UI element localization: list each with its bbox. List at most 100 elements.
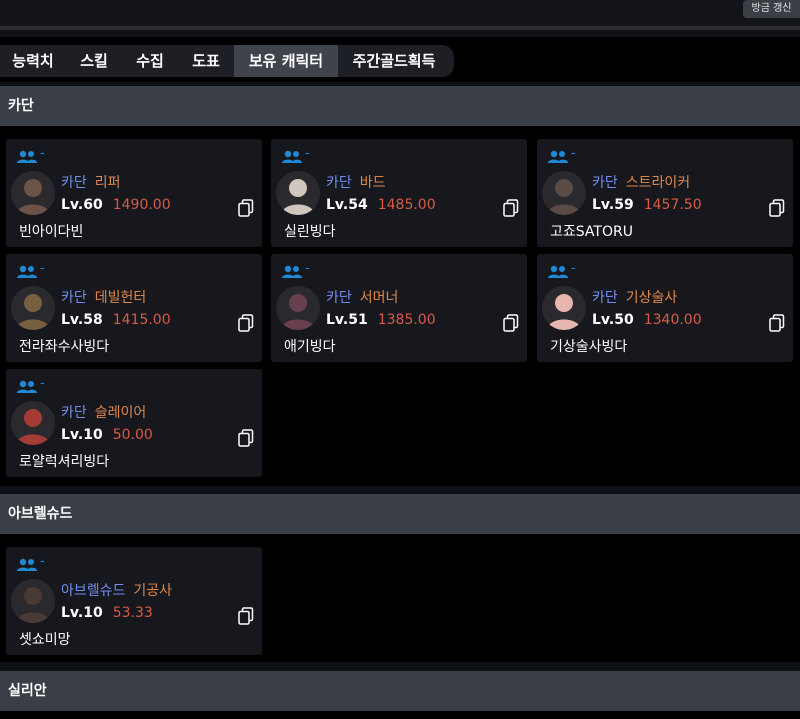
group-label: - (305, 146, 310, 161)
character-level-line: Lv.10 50.00 (61, 427, 153, 443)
avatar (11, 171, 55, 215)
character-level: Lv.54 (326, 197, 368, 213)
tab-stats[interactable]: 능력치 (0, 45, 66, 77)
class-name: 리퍼 (94, 175, 121, 191)
character-level: Lv.10 (61, 605, 103, 621)
copy-icon[interactable] (769, 199, 785, 217)
server-name: 카단 (61, 290, 87, 306)
item-level: 50.00 (112, 427, 153, 443)
character-card[interactable]: - 아브렐슈드 기공사 Lv.10 53.33 셋쇼미망 (6, 547, 262, 655)
item-level: 1415.00 (112, 312, 171, 328)
top-divider (0, 26, 800, 30)
class-name: 데빌헌터 (94, 290, 147, 306)
server-name: 아브렐슈드 (61, 583, 126, 599)
item-level: 1457.50 (643, 197, 702, 213)
group-icon (281, 264, 303, 278)
class-name: 서머너 (359, 290, 399, 306)
character-card[interactable]: - 카단 스트라이커 Lv.59 1457.50 고죠SATORU (537, 139, 793, 247)
avatar (542, 171, 586, 215)
character-level-line: Lv.51 1385.00 (326, 312, 436, 328)
copy-icon[interactable] (769, 314, 785, 332)
tab-collection[interactable]: 수집 (122, 45, 178, 77)
tab-weekly-gold[interactable]: 주간골드획득 (338, 45, 450, 77)
character-level-line: Lv.58 1415.00 (61, 312, 171, 328)
avatar (11, 401, 55, 445)
group-label: - (305, 261, 310, 276)
item-level: 1490.00 (112, 197, 171, 213)
character-card[interactable]: - 카단 바드 Lv.54 1485.00 실린빙다 (271, 139, 527, 247)
group-label: - (571, 146, 576, 161)
server-name: 카단 (326, 175, 352, 191)
group-label: - (40, 261, 45, 276)
avatar (11, 579, 55, 623)
character-level-line: Lv.59 1457.50 (592, 197, 702, 213)
character-card[interactable]: - 카단 리퍼 Lv.60 1490.00 빈아이다빈 (6, 139, 262, 247)
character-card[interactable]: - 카단 데빌헌터 Lv.58 1415.00 전라좌수사빙다 (6, 254, 262, 362)
class-name: 스트라이커 (625, 175, 691, 191)
server-name: 카단 (326, 290, 352, 306)
group-icon (547, 149, 569, 163)
character-card[interactable]: - 카단 서머너 Lv.51 1385.00 애기빙다 (271, 254, 527, 362)
avatar (11, 286, 55, 330)
character-class-line: 카단 슬레이어 (61, 402, 146, 422)
character-name: 기상술사빙다 (550, 339, 628, 355)
group-label: - (40, 146, 45, 161)
character-name: 빈아이다빈 (19, 224, 84, 240)
group-icon (16, 264, 38, 278)
class-name: 바드 (359, 175, 386, 191)
section-header-kadan: 카단 (0, 86, 800, 126)
character-level: Lv.51 (326, 312, 368, 328)
group-label: - (40, 554, 45, 569)
class-name: 슬레이어 (94, 405, 147, 421)
copy-icon[interactable] (238, 607, 254, 625)
character-level-line: Lv.10 53.33 (61, 605, 153, 621)
character-name: 애기빙다 (284, 339, 336, 355)
character-level: Lv.59 (592, 197, 634, 213)
server-name: 카단 (61, 405, 87, 421)
character-level-line: Lv.60 1490.00 (61, 197, 171, 213)
character-class-line: 카단 바드 (326, 172, 386, 192)
group-icon (16, 149, 38, 163)
character-class-line: 카단 데빌헌터 (61, 287, 146, 307)
character-class-line: 아브렐슈드 기공사 (61, 580, 172, 600)
section-header-silian: 실리안 (0, 671, 800, 711)
copy-icon[interactable] (238, 429, 254, 447)
tab-charts[interactable]: 도표 (178, 45, 234, 77)
character-name: 로얄럭셔리빙다 (19, 454, 110, 470)
server-name: 카단 (592, 290, 618, 306)
group-label: - (571, 261, 576, 276)
section-header-abrelshud: 아브렐슈드 (0, 494, 800, 534)
character-card[interactable]: - 카단 슬레이어 Lv.10 50.00 로얄럭셔리빙다 (6, 369, 262, 477)
character-name: 고죠SATORU (550, 224, 633, 240)
group-icon (16, 557, 38, 571)
character-level: Lv.10 (61, 427, 103, 443)
tab-skills[interactable]: 스킬 (66, 45, 122, 77)
character-name: 전라좌수사빙다 (19, 339, 110, 355)
tab-owned-characters[interactable]: 보유 캐릭터 (234, 45, 338, 77)
character-level-line: Lv.54 1485.00 (326, 197, 436, 213)
copy-icon[interactable] (503, 314, 519, 332)
copy-icon[interactable] (238, 314, 254, 332)
item-level: 1340.00 (643, 312, 702, 328)
character-level-line: Lv.50 1340.00 (592, 312, 702, 328)
group-icon (281, 149, 303, 163)
top-bar (0, 0, 800, 26)
character-class-line: 카단 서머너 (326, 287, 398, 307)
character-level: Lv.50 (592, 312, 634, 328)
refresh-button[interactable]: 방금 갱신 (743, 0, 800, 18)
avatar (542, 286, 586, 330)
avatar (276, 171, 320, 215)
group-label: - (40, 376, 45, 391)
character-card[interactable]: - 카단 기상술사 Lv.50 1340.00 기상술사빙다 (537, 254, 793, 362)
copy-icon[interactable] (238, 199, 254, 217)
item-level: 53.33 (112, 605, 153, 621)
group-icon (547, 264, 569, 278)
copy-icon[interactable] (503, 199, 519, 217)
item-level: 1385.00 (377, 312, 436, 328)
character-name: 셋쇼미망 (19, 632, 71, 648)
server-name: 카단 (592, 175, 618, 191)
character-name: 실린빙다 (284, 224, 336, 240)
class-name: 기공사 (133, 583, 173, 599)
avatar (276, 286, 320, 330)
character-class-line: 카단 스트라이커 (592, 172, 690, 192)
